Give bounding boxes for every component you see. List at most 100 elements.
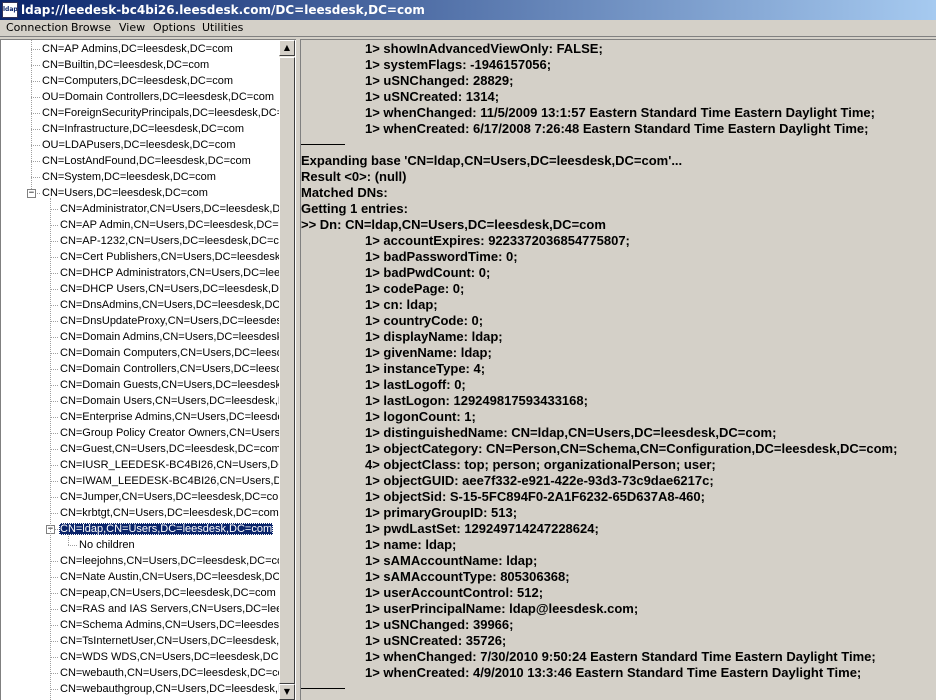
tree-item[interactable]: CN=AP Admin,CN=Users,DC=leesdesk,DC=com bbox=[59, 217, 279, 233]
tree-item-label: CN=DnsAdmins,CN=Users,DC=leesdesk,DC=com bbox=[60, 299, 279, 311]
output-header-line: Getting 1 entries: bbox=[301, 201, 408, 216]
tree-item-no-children[interactable]: No children bbox=[78, 537, 136, 553]
tree-connector-line bbox=[68, 545, 77, 546]
tree-item-label: CN=peap,CN=Users,DC=leesdesk,DC=com bbox=[60, 587, 276, 599]
tree-item[interactable]: CN=Domain Guests,CN=Users,DC=leesdesk,DC… bbox=[59, 377, 279, 393]
output-header-line: Matched DNs: bbox=[301, 185, 388, 200]
tree-connector-line bbox=[50, 401, 58, 402]
tree-item[interactable]: CN=DnsAdmins,CN=Users,DC=leesdesk,DC=com bbox=[59, 297, 279, 313]
output-separator bbox=[301, 144, 345, 145]
tree-view: CN=AP Admins,DC=leesdesk,DC=com CN=Builti… bbox=[1, 40, 279, 700]
tree-item[interactable]: CN=Administrator,CN=Users,DC=leesdesk,DC… bbox=[59, 201, 279, 217]
attribute-line: 1> accountExpires: 9223372036854775807; bbox=[365, 233, 630, 248]
tree-item-label: CN=leejohns,CN=Users,DC=leesdesk,DC=com bbox=[60, 555, 279, 567]
tree-item[interactable]: CN=Infrastructure,DC=leesdesk,DC=com bbox=[41, 121, 245, 137]
attribute-line: 1> sAMAccountName: ldap; bbox=[365, 553, 538, 568]
tree-connector-line bbox=[50, 417, 58, 418]
menu-view[interactable]: View bbox=[119, 20, 145, 36]
ldp-app-icon: ldap bbox=[2, 2, 18, 18]
title-bar[interactable]: ldap ldap://leedesk-bc4bi26.leesdesk.com… bbox=[0, 0, 936, 20]
output-pane[interactable]: 1> showInAdvancedViewOnly: FALSE; 1> syst… bbox=[300, 39, 936, 700]
tree-item[interactable]: CN=WDS WDS,CN=Users,DC=leesdesk,DC=com bbox=[59, 649, 279, 665]
tree-item[interactable]: CN=Computers,DC=leesdesk,DC=com bbox=[41, 73, 234, 89]
tree-item[interactable]: OU=LDAPusers,DC=leesdesk,DC=com bbox=[41, 137, 237, 153]
tree-item[interactable]: CN=DHCP Administrators,CN=Users,DC=leesd… bbox=[59, 265, 279, 281]
tree-connector-line bbox=[50, 513, 58, 514]
tree-item[interactable]: CN=TsInternetUser,CN=Users,DC=leesdesk,D… bbox=[59, 633, 279, 649]
menu-connection[interactable]: Connection bbox=[6, 20, 68, 36]
tree-item-label: CN=LostAndFound,DC=leesdesk,DC=com bbox=[42, 155, 251, 167]
attribute-line: 1> whenCreated: 4/9/2010 13:3:46 Eastern… bbox=[365, 665, 862, 680]
tree-item[interactable]: OU=Domain Controllers,DC=leesdesk,DC=com bbox=[41, 89, 275, 105]
tree-item[interactable]: CN=DHCP Users,CN=Users,DC=leesdesk,DC=co… bbox=[59, 281, 279, 297]
attribute-line: 1> uSNChanged: 39966; bbox=[365, 617, 514, 632]
tree-item-selected[interactable]: CN=ldap,CN=Users,DC=leesdesk,DC=com bbox=[59, 521, 274, 537]
tree-item[interactable]: CN=peap,CN=Users,DC=leesdesk,DC=com bbox=[59, 585, 277, 601]
collapse-icon[interactable]: − bbox=[27, 189, 36, 198]
scroll-down-arrow-icon[interactable]: ▼ bbox=[279, 684, 295, 700]
tree-connector-line bbox=[50, 225, 58, 226]
tree-item-label: CN=Domain Users,CN=Users,DC=leesdesk,DC=… bbox=[60, 395, 279, 407]
tree-item[interactable]: CN=Enterprise Admins,CN=Users,DC=leesdes… bbox=[59, 409, 279, 425]
tree-item-label: CN=IUSR_LEEDESK-BC4BI26,CN=Users,DC=lees… bbox=[60, 459, 279, 471]
attribute-line: 1> whenChanged: 7/30/2010 9:50:24 Easter… bbox=[365, 649, 876, 664]
tree-connector-line bbox=[50, 209, 58, 210]
tree-item[interactable]: CN=Domain Computers,CN=Users,DC=leesdesk… bbox=[59, 345, 279, 361]
attribute-line: 1> codePage: 0; bbox=[365, 281, 465, 296]
tree-connector-line bbox=[50, 305, 58, 306]
attribute-line: 1> primaryGroupID: 513; bbox=[365, 505, 518, 520]
tree-item[interactable]: CN=Builtin,DC=leesdesk,DC=com bbox=[41, 57, 210, 73]
tree-item[interactable]: CN=AP Admins,DC=leesdesk,DC=com bbox=[41, 41, 234, 57]
tree-item[interactable]: CN=IWAM_LEEDESK-BC4BI26,CN=Users,DC=lees… bbox=[59, 473, 279, 489]
menu-browse[interactable]: Browse bbox=[71, 20, 111, 36]
tree-connector-line bbox=[50, 625, 58, 626]
scroll-up-arrow-icon[interactable]: ▲ bbox=[279, 40, 295, 56]
tree-item-label: CN=ldap,CN=Users,DC=leesdesk,DC=com bbox=[59, 523, 274, 535]
tree-item[interactable]: CN=Schema Admins,CN=Users,DC=leesdesk,DC… bbox=[59, 617, 279, 633]
tree-item[interactable]: CN=Group Policy Creator Owners,CN=Users,… bbox=[59, 425, 279, 441]
tree-connector-line bbox=[50, 593, 58, 594]
menu-utilities[interactable]: Utilities bbox=[202, 20, 243, 36]
tree-item[interactable]: CN=leejohns,CN=Users,DC=leesdesk,DC=com bbox=[59, 553, 279, 569]
tree-item[interactable]: CN=Nate Austin,CN=Users,DC=leesdesk,DC=c… bbox=[59, 569, 279, 585]
tree-item[interactable]: CN=Users,DC=leesdesk,DC=com bbox=[41, 185, 209, 201]
tree-item[interactable]: CN=AP-1232,CN=Users,DC=leesdesk,DC=com bbox=[59, 233, 279, 249]
tree-item[interactable]: CN=DnsUpdateProxy,CN=Users,DC=leesdesk,D… bbox=[59, 313, 279, 329]
tree-item[interactable]: CN=Domain Users,CN=Users,DC=leesdesk,DC=… bbox=[59, 393, 279, 409]
attribute-line: 1> uSNCreated: 1314; bbox=[365, 89, 500, 104]
tree-item-label: CN=krbtgt,CN=Users,DC=leesdesk,DC=com bbox=[60, 507, 279, 519]
attribute-line: 1> displayName: ldap; bbox=[365, 329, 503, 344]
tree-item[interactable]: CN=webauthgroup,CN=Users,DC=leesdesk,DC=… bbox=[59, 681, 279, 697]
menu-options[interactable]: Options bbox=[153, 20, 195, 36]
tree-item[interactable]: CN=webauth,CN=Users,DC=leesdesk,DC=com bbox=[59, 665, 279, 681]
tree-item[interactable]: CN=Domain Controllers,CN=Users,DC=leesde… bbox=[59, 361, 279, 377]
tree-item[interactable]: CN=System,DC=leesdesk,DC=com bbox=[41, 169, 217, 185]
tree-item[interactable]: CN=Domain Admins,CN=Users,DC=leesdesk,DC… bbox=[59, 329, 279, 345]
attribute-line: 1> lastLogoff: 0; bbox=[365, 377, 466, 392]
tree-item[interactable]: CN=ForeignSecurityPrincipals,DC=leesdesk… bbox=[41, 105, 279, 121]
scroll-thumb[interactable] bbox=[279, 57, 295, 684]
tree-item[interactable]: CN=krbtgt,CN=Users,DC=leesdesk,DC=com bbox=[59, 505, 279, 521]
tree-item-label: CN=Users,DC=leesdesk,DC=com bbox=[42, 187, 208, 199]
tree-connector-line bbox=[50, 241, 58, 242]
tree-item[interactable]: CN=Jumper,CN=Users,DC=leesdesk,DC=com bbox=[59, 489, 279, 505]
tree-item[interactable]: CN=LostAndFound,DC=leesdesk,DC=com bbox=[41, 153, 252, 169]
tree-connector-line bbox=[50, 337, 58, 338]
tree-vertical-scrollbar[interactable]: ▲ ▼ bbox=[279, 40, 295, 700]
tree-item-label: CN=Schema Admins,CN=Users,DC=leesdesk,DC… bbox=[60, 619, 279, 631]
tree-item[interactable]: CN=Guest,CN=Users,DC=leesdesk,DC=com bbox=[59, 441, 279, 457]
tree-item[interactable]: CN=Cert Publishers,CN=Users,DC=leesdesk,… bbox=[59, 249, 279, 265]
tree-item[interactable]: CN=RAS and IAS Servers,CN=Users,DC=leesd… bbox=[59, 601, 279, 617]
attribute-line: 1> showInAdvancedViewOnly: FALSE; bbox=[365, 41, 603, 56]
tree-item-label: CN=webauthgroup,CN=Users,DC=leesdesk,DC=… bbox=[60, 683, 279, 695]
tree-item[interactable]: CN=IUSR_LEEDESK-BC4BI26,CN=Users,DC=lees… bbox=[59, 457, 279, 473]
tree-item-label: CN=Domain Admins,CN=Users,DC=leesdesk,DC… bbox=[60, 331, 279, 343]
tree-pane[interactable]: CN=AP Admins,DC=leesdesk,DC=com CN=Builti… bbox=[0, 39, 296, 700]
tree-connector-line bbox=[31, 81, 40, 82]
attribute-line: 1> instanceType: 4; bbox=[365, 361, 486, 376]
tree-item-label: CN=Administrator,CN=Users,DC=leesdesk,DC… bbox=[60, 203, 279, 215]
tree-connector-line bbox=[50, 609, 58, 610]
window-title: ldap://leedesk-bc4bi26.leesdesk.com/DC=l… bbox=[21, 3, 425, 17]
tree-item-label: CN=Nate Austin,CN=Users,DC=leesdesk,DC=c… bbox=[60, 571, 279, 583]
tree-item-label: CN=RAS and IAS Servers,CN=Users,DC=leesd… bbox=[60, 603, 279, 615]
